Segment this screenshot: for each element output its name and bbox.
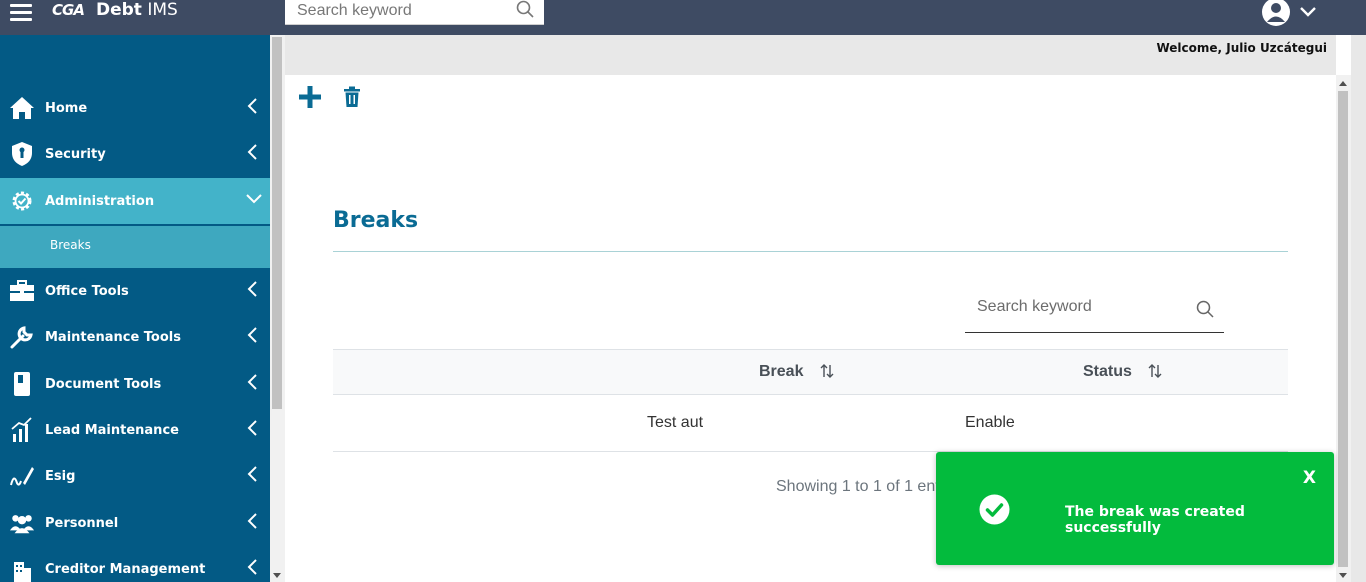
sidebar-item-home[interactable]: Home xyxy=(0,85,270,131)
chevron-left-icon xyxy=(245,419,259,442)
sidebar-subitem-breaks[interactable]: Breaks xyxy=(0,226,270,268)
header-search xyxy=(285,0,544,25)
window-edge xyxy=(1351,35,1366,582)
users-icon xyxy=(9,510,35,536)
sidebar-item-security[interactable]: Security xyxy=(0,131,270,177)
sidebar-item-administration[interactable]: Administration xyxy=(0,178,270,224)
table-search xyxy=(965,292,1224,333)
sidebar-item-creditor-management[interactable]: Creditor Management xyxy=(0,546,270,582)
scroll-down-arrow[interactable] xyxy=(1339,573,1347,578)
table-row[interactable]: Test aut Enable xyxy=(333,395,1288,452)
sidebar-scrollbar[interactable] xyxy=(270,35,285,582)
logo: CGA xyxy=(52,1,85,19)
check-circle-icon xyxy=(979,494,1010,530)
sidebar-item-document-tools[interactable]: Document Tools xyxy=(0,361,270,407)
home-icon xyxy=(9,95,35,121)
cell-break: Test aut xyxy=(647,414,704,431)
scroll-up-arrow[interactable] xyxy=(1339,81,1347,86)
title-divider xyxy=(333,251,1288,252)
header-search-input[interactable] xyxy=(285,0,505,22)
menu-icon[interactable] xyxy=(10,0,32,22)
table-search-input[interactable] xyxy=(965,292,1180,322)
chevron-left-icon xyxy=(245,326,259,349)
column-header-status[interactable]: Status xyxy=(1083,363,1162,384)
search-icon[interactable] xyxy=(516,0,534,23)
sidebar-item-esig[interactable]: Esig xyxy=(0,453,270,499)
main-scrollbar[interactable] xyxy=(1336,75,1351,582)
chevron-down-icon xyxy=(245,192,263,211)
wrench-icon xyxy=(9,324,35,350)
sidebar-item-personnel[interactable]: Personnel xyxy=(0,500,270,546)
gear-icon xyxy=(9,188,35,214)
chevron-left-icon xyxy=(245,465,259,488)
sidebar-item-office-tools[interactable]: Office Tools xyxy=(0,268,270,314)
toast-message: The break was created successfully xyxy=(1065,504,1245,536)
chevron-left-icon xyxy=(245,558,259,581)
toast-close-button[interactable]: X xyxy=(1303,468,1316,488)
signature-icon xyxy=(9,463,35,489)
trash-icon[interactable] xyxy=(343,86,361,113)
main-scrollbar-thumb[interactable] xyxy=(1338,91,1348,567)
page-title: Breaks xyxy=(333,208,419,233)
scroll-down-arrow[interactable] xyxy=(273,573,281,578)
sort-icon[interactable] xyxy=(820,363,834,384)
sidebar-item-lead-maintenance[interactable]: Lead Maintenance xyxy=(0,407,270,453)
app-title: Debt IMS xyxy=(96,0,178,20)
welcome-bar: Welcome, Julio Uzcátegui xyxy=(285,35,1336,75)
briefcase-icon xyxy=(9,278,35,304)
chevron-left-icon xyxy=(245,143,259,166)
sort-icon[interactable] xyxy=(1148,363,1162,384)
top-bar: CGA Debt IMS xyxy=(0,0,1366,35)
shield-icon xyxy=(9,141,35,167)
success-toast: X The break was created successfully xyxy=(936,452,1334,565)
chevron-left-icon xyxy=(245,512,259,535)
sidebar: Home Security Administration Breaks Offi… xyxy=(0,35,270,582)
sidebar-item-maintenance-tools[interactable]: Maintenance Tools xyxy=(0,314,270,360)
search-icon[interactable] xyxy=(1196,300,1214,323)
book-icon xyxy=(9,371,35,397)
table-header: Break Status xyxy=(333,349,1288,395)
chevron-left-icon xyxy=(245,373,259,396)
column-header-break[interactable]: Break xyxy=(759,363,834,384)
sidebar-scrollbar-thumb[interactable] xyxy=(272,37,282,409)
welcome-text: Welcome, Julio Uzcátegui xyxy=(1156,41,1327,55)
building-icon xyxy=(9,556,35,582)
chevron-left-icon xyxy=(245,97,259,120)
add-button[interactable] xyxy=(298,85,322,114)
cell-status: Enable xyxy=(965,414,1015,431)
chevron-down-icon[interactable] xyxy=(1298,2,1318,27)
user-avatar-icon[interactable] xyxy=(1261,0,1291,35)
chart-icon xyxy=(9,417,35,443)
chevron-left-icon xyxy=(245,280,259,303)
